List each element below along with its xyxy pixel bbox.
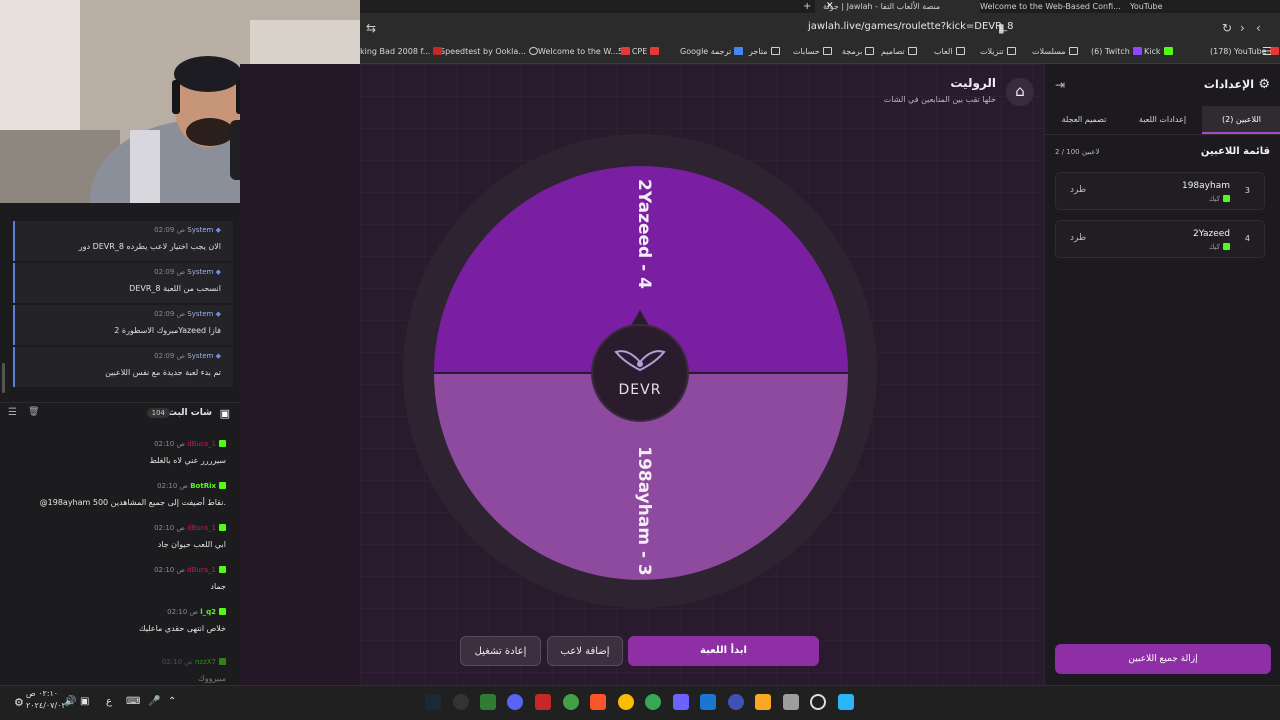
app-green-icon[interactable]: [563, 694, 579, 710]
clock-time[interactable]: ٠٢:١٠ ص: [26, 689, 58, 698]
app-purple-icon[interactable]: [673, 694, 689, 710]
back-icon[interactable]: ‹: [1256, 21, 1261, 35]
wheel-hub: [591, 324, 689, 422]
bookmark-folder-stores[interactable]: متاجر: [749, 47, 780, 56]
bookmark-folder-accounts[interactable]: حسابات: [793, 47, 832, 56]
forward-icon[interactable]: ›: [1240, 21, 1245, 35]
add-player-button[interactable]: إضافة لاعب: [547, 636, 623, 666]
chat-header: ▣ شات البث 104 🗑 ☰: [0, 402, 240, 424]
svg-text:DEVR: DEVR: [619, 382, 662, 398]
start-game-button[interactable]: ابدأ اللعبة: [628, 636, 819, 666]
bookmark-google-translate[interactable]: Google ترجمة: [680, 47, 744, 56]
system-message: 02:09 ص System ◆ تم بدء لعبة جديدة مع نف…: [13, 347, 233, 387]
roulette-wheel[interactable]: 2Yazeed - 4 198ayham - 3 DEVR: [400, 100, 960, 660]
system-message: 02:09 ص System ◆ دور DEVR_8 الان يجب اخت…: [13, 221, 233, 261]
folder-icon[interactable]: [755, 694, 771, 710]
trash-icon[interactable]: 🗑: [28, 407, 39, 417]
steam-icon[interactable]: [425, 694, 441, 710]
brave-icon[interactable]: [590, 694, 606, 710]
game-area: ⌂ الروليت خلها تقب بين المتابعين في الشا…: [360, 64, 1044, 685]
site-settings-icon[interactable]: ⇆: [366, 21, 376, 35]
tab-players[interactable]: اللاعبين (2): [1202, 106, 1280, 134]
network-icon[interactable]: ⚙: [14, 696, 24, 709]
player-row: 3 198ayham كيك طرد: [1055, 172, 1265, 210]
kick-player-button[interactable]: طرد: [1070, 185, 1086, 195]
remove-all-players-button[interactable]: إزالة جميع اللاعبين: [1055, 644, 1271, 674]
url-field[interactable]: jawlah.live/games/roulette?kick=DEVR_8: [808, 21, 1013, 32]
tab-wheel-design[interactable]: تصميم العجلة: [1045, 106, 1123, 134]
chat-message: 02:10 ص dBura_1 سيرررر عني لاه بالغلط: [149, 440, 226, 465]
bookmark-speedtest[interactable]: Speedtest by Ookla...: [440, 47, 538, 56]
bookmark-twitch[interactable]: (6) Twitch: [1091, 47, 1142, 56]
chat-scrollbar[interactable]: [2, 363, 5, 393]
gear-icon: ⚙: [1258, 77, 1270, 92]
players-count: 2 / 100 لاعبين: [1055, 148, 1100, 156]
page-title: الروليت: [950, 76, 996, 90]
chrome-profile-icon[interactable]: [645, 694, 661, 710]
discord-icon[interactable]: [507, 694, 523, 710]
all-bookmarks-icon[interactable]: ☰: [1262, 45, 1272, 58]
tab-jawlah[interactable]: جولة | Jawlah - منصة الألعاب التفا: [815, 0, 980, 13]
display-icon[interactable]: ▣: [80, 696, 89, 707]
browser-address-bar: ‹ › ↻ ▮ jawlah.live/games/roulette?kick=…: [360, 13, 1280, 42]
settings-title: الإعدادات: [1203, 78, 1254, 91]
volume-icon[interactable]: 🔊: [64, 696, 76, 707]
voicemeeter-icon[interactable]: [535, 694, 551, 710]
app-blue-icon[interactable]: [700, 694, 716, 710]
chat-title: شات البث: [167, 408, 212, 418]
keyboard-icon[interactable]: ⌨: [126, 696, 140, 707]
tab-web-config[interactable]: Welcome to the Web-Based Confi...: [980, 0, 1121, 13]
bookmark-kick[interactable]: Kick: [1144, 47, 1173, 56]
chat-count-badge: 104: [146, 408, 170, 418]
windows-taskbar: ⚙ ٠٢:١٠ ص ٢٠٢٤/٠٧/٠٢ 🔊 ▣ ع ⌨ 🎤 ⌃: [0, 685, 1280, 720]
bookmark-folder-series[interactable]: مسلسلات: [1032, 47, 1078, 56]
mic-icon[interactable]: 🎤: [148, 696, 160, 707]
chat-message: 02:10 ص l_q2 خلاص انتهى حقدي ماعليك: [139, 608, 226, 633]
bookmark-welcome[interactable]: Welcome to the W...: [538, 47, 631, 56]
bookmarks-bar: (178) YouTube Kick (6) Twitch مسلسلات تن…: [360, 42, 1280, 64]
bookmark-folder-games[interactable]: العاب: [934, 47, 965, 56]
system-message: 02:09 ص System ◆ مبروك الاسطورة 2Yazeed …: [13, 305, 233, 345]
chat-message: 02:10 ص dBura_1 جماد: [154, 566, 226, 591]
chat-message: 02:10 ص BotRix @198ayham 500 نقاط أضيفت …: [39, 482, 226, 507]
chat-panel: 02:09 ص System ◆ دور DEVR_8 الان يجب اخت…: [0, 203, 240, 685]
kick-player-button[interactable]: طرد: [1070, 233, 1086, 243]
search-icon[interactable]: [810, 694, 826, 710]
system-message: 02:09 ص System ◆ DEVR_8 انسحب من اللعبة: [13, 263, 233, 303]
browser-tab-bar: YouTube Welcome to the Web-Based Confi..…: [360, 0, 1280, 13]
divider: [1045, 134, 1280, 135]
windows-start-icon[interactable]: [838, 694, 854, 710]
app-icon[interactable]: [453, 694, 469, 710]
task-view-icon[interactable]: [783, 694, 799, 710]
bookmark-folder-downloads[interactable]: تنزيلات: [980, 47, 1016, 56]
players-list-title: قائمة اللاعبين: [1200, 146, 1270, 157]
bookmark-folder-designs[interactable]: تصاميم: [881, 47, 917, 56]
home-button[interactable]: ⌂: [1006, 78, 1034, 106]
tray-expand-icon[interactable]: ⌃: [168, 696, 176, 707]
player-row: 4 2Yazeed كيك طرد: [1055, 220, 1265, 258]
chat-message: 02:10 ص dBura_1 ابي اللعب حيوان جاد: [154, 524, 226, 549]
main-side-strip: [240, 64, 360, 685]
home-icon: ⌂: [1015, 82, 1025, 100]
collapse-panel-icon[interactable]: ⇥: [1055, 78, 1065, 92]
language-indicator[interactable]: ع: [106, 696, 112, 707]
clock-date[interactable]: ٢٠٢٤/٠٧/٠٢: [26, 701, 66, 710]
chat-icon: ▣: [219, 407, 230, 420]
bookmark-breaking-bad[interactable]: king Bad 2008 f...: [360, 47, 443, 56]
app-circle-icon[interactable]: [728, 694, 744, 710]
tab-game-settings[interactable]: إعدادات اللعبة: [1123, 106, 1202, 134]
chat-menu-icon[interactable]: ☰: [8, 407, 17, 418]
bookmark-folder-programming[interactable]: برمجة: [842, 47, 875, 56]
tab-youtube[interactable]: YouTube: [1130, 0, 1163, 13]
settings-panel: ⚙ الإعدادات ⇥ اللاعبين (2) إعدادات اللعب…: [1044, 64, 1280, 685]
close-tab-icon[interactable]: ✕: [826, 0, 834, 13]
chrome-icon[interactable]: [618, 694, 634, 710]
play-icon[interactable]: [480, 694, 496, 710]
segment-label-top: 2Yazeed - 4: [634, 179, 654, 289]
new-tab-button[interactable]: +: [803, 0, 811, 13]
segment-label-bottom: 198ayham - 3: [634, 446, 654, 576]
reload-icon[interactable]: ↻: [1222, 21, 1232, 35]
restart-button[interactable]: إعادة تشغيل: [460, 636, 541, 666]
